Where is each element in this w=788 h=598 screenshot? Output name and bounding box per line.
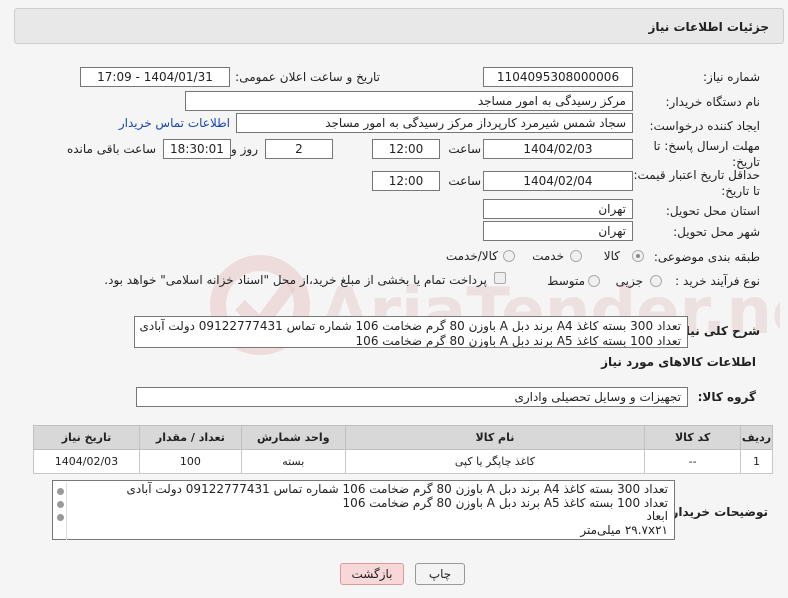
buyer-notes-scrollbar[interactable] — [55, 482, 67, 540]
process-option-medium: متوسط — [547, 274, 585, 288]
cell-date: 1404/02/03 — [33, 449, 140, 474]
need-number-label: شماره نیاز: — [703, 70, 760, 84]
payment-note: پرداخت تمام یا بخشی از مبلغ خرید،از محل … — [104, 273, 487, 287]
process-option-minor: جزیی — [615, 274, 643, 288]
scroll-dot — [57, 514, 64, 521]
price-time-field: 12:00 — [372, 171, 440, 191]
province-field: تهران — [483, 199, 633, 219]
buyer-notes-label: توضیحات خریدار: — [666, 505, 768, 519]
scroll-dot — [57, 488, 64, 495]
category-radio-service[interactable] — [570, 250, 582, 262]
table-header-row: ردیف کد کالا نام کالا واحد شمارش تعداد /… — [33, 425, 773, 450]
buyer-org-field: مرکز رسیدگی به امور مساجد — [185, 91, 633, 111]
price-date-field: 1404/02/04 — [483, 171, 633, 191]
reply-deadline-label: مهلت ارسال پاسخ: تا تاریخ: — [653, 139, 760, 169]
category-radio-goods[interactable] — [632, 250, 644, 262]
city-label: شهر محل تحویل: — [673, 225, 760, 239]
process-radio-minor[interactable] — [650, 275, 662, 287]
remaining-word: ساعت باقی مانده — [66, 142, 156, 156]
col-row-header: ردیف — [740, 425, 773, 450]
cell-row: 1 — [740, 449, 773, 474]
cell-code: -- — [644, 449, 742, 474]
city-field: تهران — [483, 221, 633, 241]
reply-time-word: ساعت — [448, 142, 481, 156]
category-option-both: کالا/خدمت — [445, 249, 498, 263]
price-validity-label: حداقل تاریخ اعتبار قیمت: تا تاریخ: — [633, 168, 760, 198]
col-quantity-header: تعداد / مقدار — [138, 425, 242, 450]
page-title: جزئیات اطلاعات نیاز — [648, 20, 769, 34]
scroll-dot — [57, 501, 64, 508]
goods-group-field: تجهیزات و وسایل تحصیلی واداری — [136, 387, 688, 407]
description-line: تعداد 300 بسته کاغذ A4 برند دبل A باوزن … — [139, 319, 681, 333]
price-time-word: ساعت — [448, 174, 481, 188]
category-option-service: خدمت — [532, 249, 564, 263]
category-option-goods: کالا — [603, 249, 620, 263]
description-line: تعداد 100 بسته کاغذ A5 برند دبل A باوزن … — [355, 334, 681, 348]
process-radio-medium[interactable] — [588, 275, 600, 287]
treasury-checkbox[interactable] — [494, 272, 506, 284]
col-name-header: نام کالا — [344, 425, 646, 450]
reply-time-field: 12:00 — [372, 139, 440, 159]
buyer-notes-line: ابعاد — [646, 509, 668, 523]
buyer-notes-line: تعداد 300 بسته کاغذ A4 برند دبل A باوزن … — [126, 482, 668, 496]
days-word: روز و — [231, 142, 258, 156]
buyer-org-label: نام دستگاه خریدار: — [665, 95, 761, 109]
col-code-header: کد کالا — [644, 425, 742, 450]
province-label: استان محل تحویل: — [665, 204, 760, 218]
buyer-notes-line: تعداد 100 بسته کاغذ A5 برند دبل A باوزن … — [342, 495, 668, 510]
goods-group-label: گروه کالا: — [697, 390, 756, 404]
back-button[interactable]: بازگشت — [340, 563, 404, 585]
requester-field: سجاد شمس شیرمرد کارپرداز مرکز رسیدگی به … — [236, 113, 633, 133]
requester-label: ایجاد کننده درخواست: — [649, 119, 760, 133]
col-unit-header: واحد شمارش — [240, 425, 346, 450]
table-row: 1 -- کاغذ چاپگر یا کپی بسته 100 1404/02/… — [33, 449, 773, 474]
buyer-notes-line: ۲۹.۷x۲۱ میلی‌متر — [580, 522, 668, 537]
category-label: طبقه بندی موضوعی: — [653, 250, 760, 264]
days-field: 2 — [265, 139, 333, 159]
process-label: نوع فرآیند خرید : — [675, 274, 760, 288]
cell-quantity: 100 — [138, 449, 242, 474]
goods-info-title: اطلاعات کالاهای مورد نیاز — [601, 355, 756, 369]
buyer-contact-link[interactable]: اطلاعات تماس خریدار — [119, 116, 230, 130]
buyer-notes-textarea[interactable]: تعداد 300 بسته کاغذ A4 برند دبل A باوزن … — [52, 480, 675, 540]
remaining-time-field: 18:30:01 — [163, 139, 231, 159]
print-button[interactable]: چاپ — [415, 563, 465, 585]
cell-name: کاغذ چاپگر یا کپی — [344, 449, 646, 474]
announce-label: تاریخ و ساعت اعلان عمومی: — [235, 70, 380, 84]
reply-date-field: 1404/02/03 — [483, 139, 633, 159]
header-panel: جزئیات اطلاعات نیاز — [14, 8, 784, 44]
description-textarea[interactable]: تعداد 300 بسته کاغذ A4 برند دبل A باوزن … — [134, 316, 688, 348]
cell-unit: بسته — [240, 449, 346, 474]
col-date-header: تاریخ نیاز — [33, 425, 140, 450]
items-table: ردیف کد کالا نام کالا واحد شمارش تعداد /… — [33, 425, 773, 474]
category-radio-both[interactable] — [503, 250, 515, 262]
announce-field: 1404/01/31 - 17:09 — [80, 67, 230, 87]
need-number-field: 1104095308000006 — [483, 67, 633, 87]
